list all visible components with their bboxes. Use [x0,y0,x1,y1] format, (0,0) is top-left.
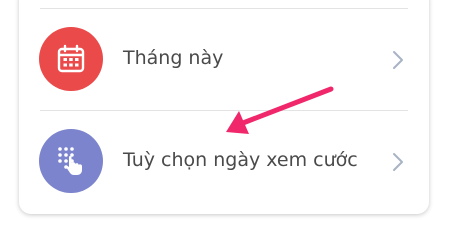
chevron-right-icon [393,51,403,69]
menu-item-label: Tháng này [123,47,224,69]
calendar-icon-circle [39,27,103,91]
menu-item-label: Tuỳ chọn ngày xem cước [123,149,358,171]
menu-item-this-month[interactable]: Tháng này [20,10,430,110]
chevron-right-icon [393,153,403,171]
keypad-icon-circle [39,129,103,193]
page: Tháng này Tuỳ chọn ngày xem cước [0,0,450,245]
keypad-tap-icon [58,147,82,175]
divider-top [40,8,408,9]
menu-item-custom-date-range[interactable]: Tuỳ chọn ngày xem cước [20,111,430,211]
calendar-icon [57,44,85,73]
